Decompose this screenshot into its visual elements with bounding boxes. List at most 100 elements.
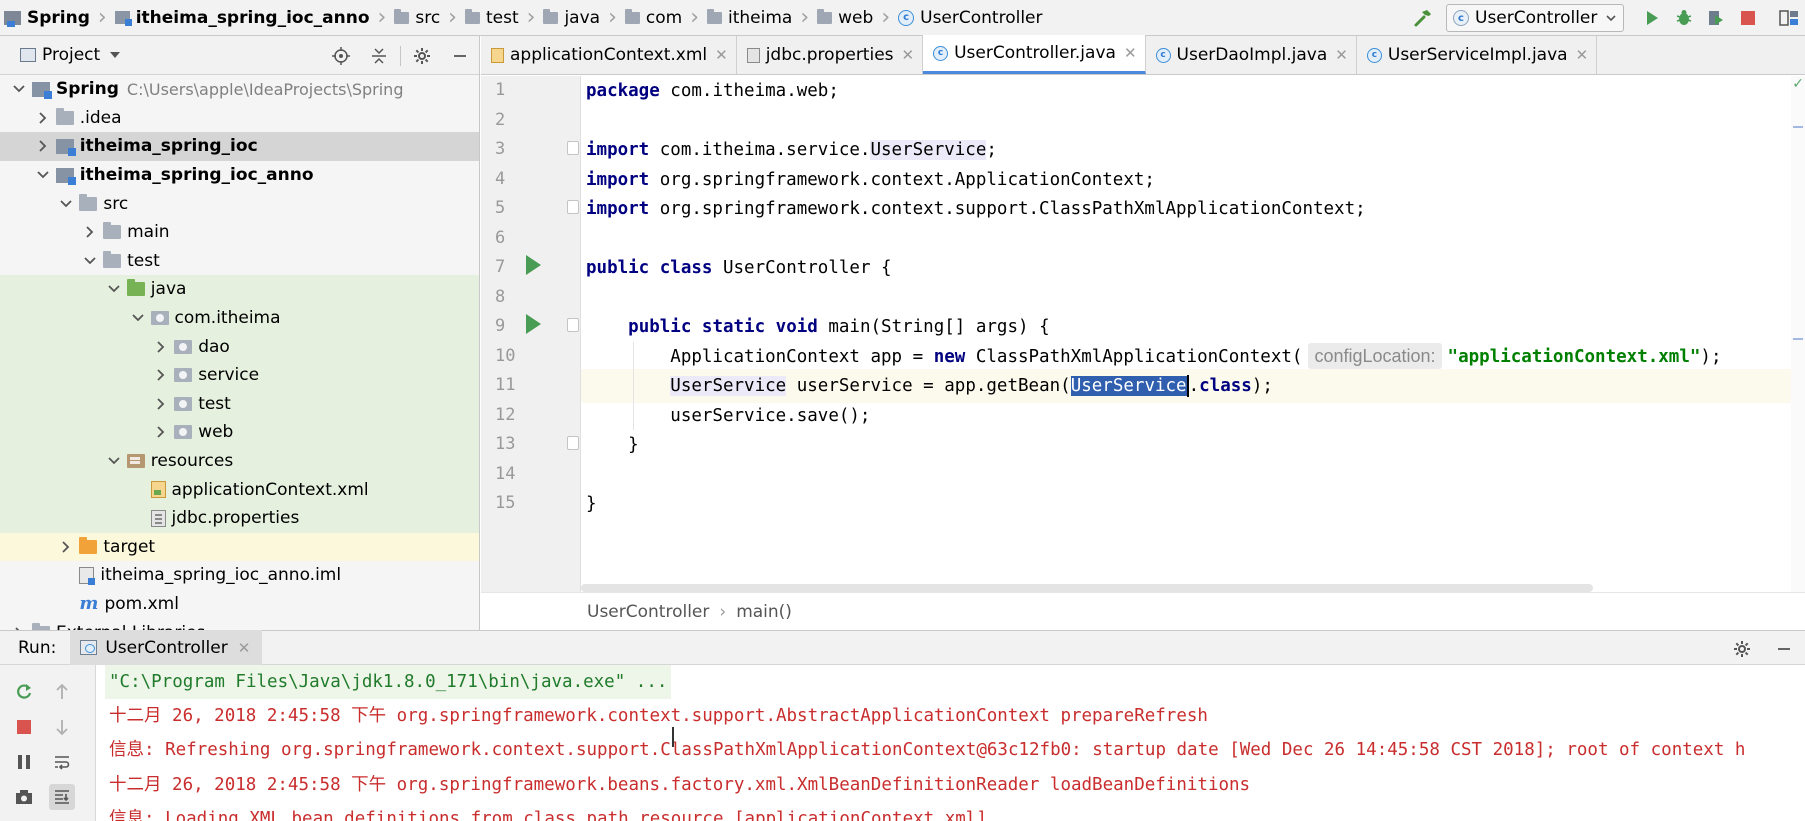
close-icon[interactable]: ✕ [1335, 46, 1348, 64]
run-configuration-select[interactable]: c UserController [1446, 4, 1624, 32]
chevron-right-icon[interactable] [154, 397, 168, 411]
dropdown-triangle-icon[interactable] [110, 52, 121, 58]
debug-button[interactable] [1671, 5, 1697, 31]
stripe-mark[interactable] [1793, 126, 1803, 128]
chevron-down-icon[interactable] [107, 282, 121, 296]
editor-tab[interactable]: c UserController.java ✕ [923, 35, 1146, 74]
close-icon[interactable]: ✕ [1576, 46, 1589, 64]
build-hammer-icon[interactable] [1412, 7, 1434, 29]
run-console-output[interactable]: 信息: Loading XML bean definitions from cl… [97, 665, 1805, 821]
stop-icon[interactable] [11, 714, 37, 740]
fold-marker-icon[interactable] [567, 318, 579, 332]
editor-tab[interactable]: applicationContext.xml ✕ [481, 36, 737, 74]
close-icon[interactable]: ✕ [902, 46, 915, 64]
chevron-down-icon[interactable] [83, 254, 97, 268]
breadcrumb-item[interactable]: com [621, 0, 684, 36]
editor-tab[interactable]: jdbc.properties ✕ [737, 36, 924, 74]
code-line[interactable]: } [581, 487, 1805, 521]
editor-tab[interactable]: c UserServiceImpl.java ✕ [1357, 36, 1598, 74]
tree-item[interactable]: web [0, 418, 479, 447]
fold-marker-icon[interactable] [567, 141, 579, 155]
fold-marker-icon[interactable] [567, 436, 579, 450]
tree-item[interactable]: m pom.xml [0, 590, 479, 619]
run-tab-usercontroller[interactable]: UserController ✕ [70, 630, 263, 665]
breadcrumb-item[interactable]: itheima_spring_ioc_anno [111, 0, 372, 36]
tree-item[interactable]: service [0, 360, 479, 390]
chevron-right-icon[interactable] [59, 540, 73, 554]
console-line[interactable]: 信息: Refreshing org.springframework.conte… [109, 733, 1745, 767]
run-gutter-icon[interactable] [526, 314, 541, 334]
breadcrumb-item[interactable]: c UserController [894, 0, 1044, 36]
camera-icon[interactable] [11, 784, 37, 810]
tree-item[interactable]: itheima_spring_ioc [0, 132, 479, 161]
breadcrumb-item[interactable]: Spring [0, 0, 92, 36]
arrow-down-icon[interactable] [49, 714, 75, 740]
chevron-right-icon[interactable] [154, 340, 168, 354]
breadcrumb-item[interactable]: src [390, 0, 442, 36]
tree-item[interactable]: .idea [0, 104, 479, 133]
tree-item[interactable]: External Libraries [0, 618, 479, 630]
rerun-icon[interactable] [11, 679, 37, 705]
tree-item[interactable]: test [0, 389, 479, 419]
tree-item[interactable]: main [0, 218, 479, 247]
run-button[interactable] [1639, 5, 1665, 31]
stop-button[interactable] [1735, 5, 1761, 31]
tree-item[interactable]: src [0, 189, 479, 218]
editor-tab[interactable]: c UserDaoImpl.java ✕ [1146, 36, 1357, 74]
tree-item[interactable]: applicationContext.xml [0, 475, 479, 504]
horizontal-scrollbar[interactable] [581, 584, 1593, 592]
breadcrumb-item[interactable]: java [539, 0, 602, 36]
console-line[interactable]: 信息: Loading XML bean definitions from cl… [109, 802, 987, 821]
chevron-right-icon[interactable] [154, 368, 168, 382]
no-problems-check-icon[interactable]: ✓ [1792, 76, 1804, 92]
collapse-all-icon[interactable] [366, 43, 392, 69]
tree-item[interactable]: java [0, 275, 479, 304]
console-line[interactable]: "C:\Program Files\Java\jdk1.8.0_171\bin\… [105, 665, 672, 699]
chevron-down-icon[interactable] [107, 454, 121, 468]
locate-file-icon[interactable] [328, 43, 354, 69]
minimize-icon[interactable] [447, 43, 473, 69]
gear-icon[interactable] [409, 43, 435, 69]
project-view-selector[interactable]: Project [42, 45, 100, 65]
console-line[interactable]: 十二月 26, 2018 2:45:58 下午 org.springframew… [109, 768, 1250, 802]
minimize-icon[interactable] [1771, 636, 1797, 662]
chevron-right-icon[interactable] [154, 425, 168, 439]
pause-icon[interactable] [11, 749, 37, 775]
chevron-right-icon[interactable] [36, 111, 50, 125]
stripe-mark[interactable] [1793, 338, 1803, 340]
tree-item[interactable]: resources [0, 446, 479, 476]
console-line[interactable]: 十二月 26, 2018 2:45:58 下午 org.springframew… [109, 699, 1208, 733]
arrow-up-icon[interactable] [49, 679, 75, 705]
scroll-to-end-icon[interactable] [49, 784, 75, 810]
tree-item[interactable]: com.itheima [0, 303, 479, 333]
close-icon[interactable]: ✕ [1124, 44, 1137, 62]
tree-item[interactable]: itheima_spring_ioc_anno [0, 161, 479, 190]
code-editor[interactable]: 1 2 3 4 5 6 7 8 9 10 11 12 13 14 15 package com.itheim… [481, 76, 1805, 592]
tree-item[interactable]: test [0, 247, 479, 276]
run-with-coverage-button[interactable] [1703, 5, 1729, 31]
close-icon[interactable]: ✕ [238, 639, 251, 657]
chevron-right-icon[interactable] [36, 139, 50, 153]
chevron-down-icon[interactable] [131, 311, 145, 325]
close-icon[interactable]: ✕ [715, 46, 728, 64]
breadcrumb-item[interactable]: test [461, 0, 521, 36]
tree-item[interactable]: target [0, 532, 479, 562]
breadcrumb-item[interactable]: itheima [703, 0, 794, 36]
project-structure-icon[interactable] [1776, 5, 1802, 31]
run-gutter-icon[interactable] [526, 255, 541, 275]
chevron-down-icon[interactable] [12, 82, 26, 96]
gear-icon[interactable] [1729, 636, 1755, 662]
code-area[interactable]: package com.itheima.web; import com.ithei… [581, 76, 1805, 592]
tree-item[interactable]: itheima_spring_ioc_anno.iml [0, 561, 479, 590]
breadcrumb-method[interactable]: main() [736, 602, 792, 622]
chevron-down-icon[interactable] [59, 197, 73, 211]
fold-marker-icon[interactable] [567, 200, 579, 214]
tree-item[interactable]: jdbc.properties [0, 503, 479, 533]
chevron-right-icon[interactable] [83, 225, 97, 239]
chevron-down-icon[interactable] [36, 168, 50, 182]
breadcrumb-class[interactable]: UserController [587, 602, 709, 622]
breadcrumb-item[interactable]: web [813, 0, 875, 36]
tree-item[interactable]: Spring C:\Users\apple\IdeaProjects\Spring [0, 75, 479, 104]
soft-wrap-icon[interactable] [49, 749, 75, 775]
tree-item[interactable]: dao [0, 332, 479, 361]
